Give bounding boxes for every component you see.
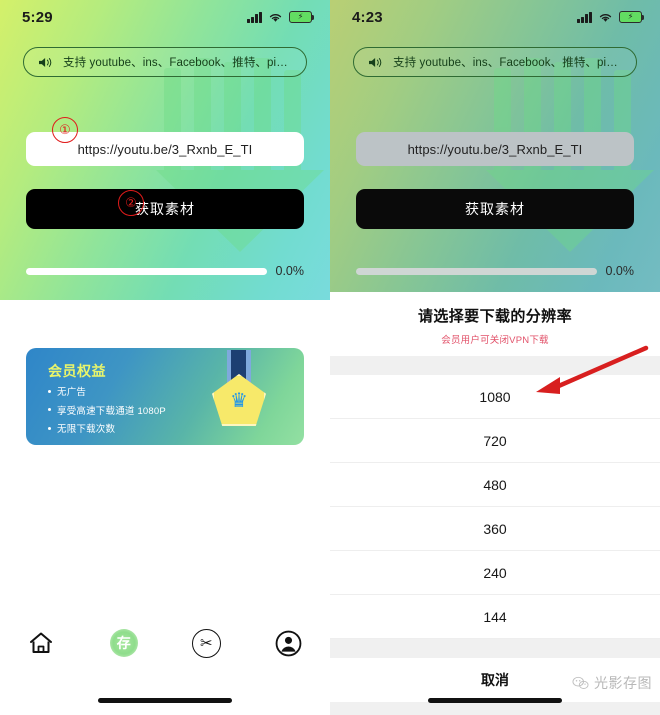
membership-benefit-list: 无广告 享受高速下载通道 1080P 无限下载次数 [48,384,166,440]
watermark: 光影存图 [572,673,652,693]
fetch-material-button[interactable]: 获取素材 [26,189,304,229]
save-cun-icon: 存 [109,629,138,657]
home-icon [30,632,53,653]
announcement-text: 支持 youtube、ins、Facebook、推特、pint... [63,57,293,69]
bottom-tab-bar: 存 ✂ [0,615,330,671]
wifi-icon [269,13,282,22]
resolution-option-240[interactable]: 240 [330,551,660,595]
resolution-option-1080[interactable]: 1080 [330,375,660,419]
list-item: 无限下载次数 [48,421,166,435]
status-icons: ⚡ [577,11,645,23]
url-input[interactable]: https://youtu.be/3_Rxnb_E_TI [356,132,634,166]
resolution-option-720[interactable]: 720 [330,419,660,463]
signal-bars-icon [577,11,592,23]
phone-screen-right: 4:23 ⚡ 支持 youtube、ins、Facebook、推特、pint..… [330,0,660,715]
speaker-icon [369,57,382,67]
announcement-text: 支持 youtube、ins、Facebook、推特、pint... [393,57,623,69]
phone-screen-left: 5:29 ⚡ 支持 youtube、ins、Facebook、推特、pint..… [0,0,330,715]
home-indicator [428,698,562,703]
sheet-footer-band [330,702,660,715]
membership-benefits-card[interactable]: 会员权益 无广告 享受高速下载通道 1080P 无限下载次数 ♛ [26,348,304,445]
fetch-button-label: 获取素材 [135,201,195,217]
membership-card-title: 会员权益 [48,363,106,379]
account-circle-icon [275,630,302,656]
battery-charging-icon: ⚡ [289,11,315,23]
download-progress: 0.0% [356,264,634,278]
status-time: 5:29 [22,8,53,26]
tab-profile[interactable] [266,620,312,666]
announcement-banner[interactable]: 支持 youtube、ins、Facebook、推特、pint... [353,47,637,77]
fetch-material-button[interactable]: 获取素材 [356,189,634,229]
announcement-banner[interactable]: 支持 youtube、ins、Facebook、推特、pint... [23,47,307,77]
sheet-divider-band [330,356,660,375]
benefit-label: 享受高速下载通道 1080P [57,405,166,417]
list-item: 无广告 [48,384,166,398]
signal-bars-icon [247,11,262,23]
speaker-icon [39,57,52,67]
dual-phone-screenshot: 5:29 ⚡ 支持 youtube、ins、Facebook、推特、pint..… [0,0,660,715]
sheet-subtitle: 会员用户可关闭VPN下载 [441,335,549,346]
wechat-icon [572,676,589,689]
benefit-label: 无广告 [57,387,87,398]
tab-save[interactable]: 存 [101,620,147,666]
sheet-divider-band [330,639,660,658]
status-icons: ⚡ [247,11,315,23]
status-time: 4:23 [352,8,383,26]
progress-track [26,267,267,275]
progress-percent-label: 0.0% [605,264,635,278]
benefit-label: 无限下载次数 [57,424,116,435]
progress-percent-label: 0.0% [275,264,305,278]
download-progress: 0.0% [26,264,304,278]
fetch-button-label: 获取素材 [465,201,525,217]
annotation-step-1: ① [52,117,78,143]
home-indicator [98,698,232,703]
tab-clip[interactable]: ✂ [183,620,229,666]
tab-home[interactable] [18,620,64,666]
status-bar-left: 5:29 ⚡ [0,0,330,34]
sheet-title: 请选择要下载的分辨率 [417,308,572,325]
status-bar-right: 4:23 ⚡ [330,0,660,34]
resolution-option-144[interactable]: 144 [330,595,660,639]
resolution-option-480[interactable]: 480 [330,463,660,507]
resolution-option-360[interactable]: 360 [330,507,660,551]
wifi-icon [599,13,612,22]
list-item: 享受高速下载通道 1080P [48,403,166,417]
battery-charging-icon: ⚡ [619,11,645,23]
annotation-step-2: ② [118,190,144,216]
watermark-text: 光影存图 [594,675,652,691]
scissors-icon: ✂ [191,628,221,658]
resolution-picker-sheet: 请选择要下载的分辨率 会员用户可关闭VPN下载 1080 720 480 360… [330,292,660,715]
url-input-value: https://youtu.be/3_Rxnb_E_TI [77,141,253,157]
url-input-value: https://youtu.be/3_Rxnb_E_TI [407,141,583,157]
crown-medal-icon: ♛ [208,350,270,434]
progress-track [356,267,597,275]
